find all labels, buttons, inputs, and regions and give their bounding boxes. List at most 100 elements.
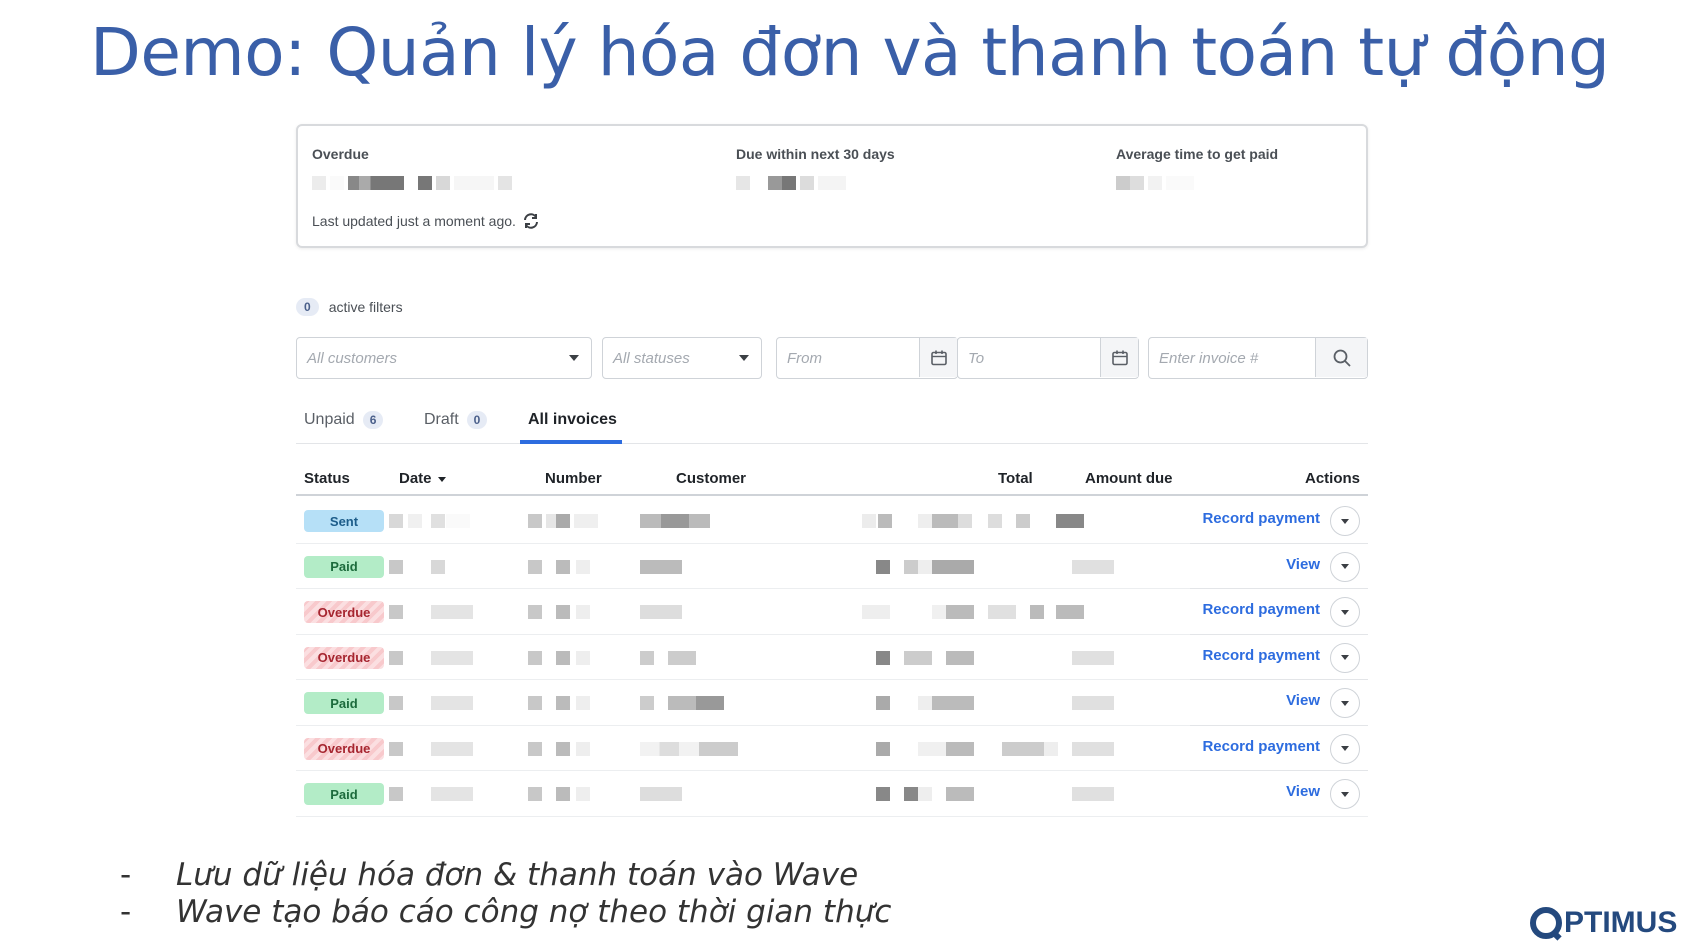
redacted-value	[576, 787, 590, 801]
redacted-value	[576, 605, 590, 619]
invoice-number-search[interactable]: Enter invoice #	[1148, 337, 1368, 379]
redacted-value	[389, 696, 403, 710]
redacted-value	[1002, 741, 1044, 756]
table-row[interactable]: Paid View	[296, 770, 1368, 817]
chevron-down-icon	[1341, 655, 1349, 660]
chevron-down-icon	[1341, 564, 1349, 569]
redacted-value	[556, 605, 570, 619]
status-select-placeholder: All statuses	[613, 349, 690, 367]
col-amount-due[interactable]: Amount due	[1085, 470, 1173, 487]
redacted-value	[431, 605, 473, 619]
chevron-down-icon	[739, 355, 749, 361]
last-updated: Last updated just a moment ago.	[312, 212, 540, 230]
record-payment-link[interactable]: Record payment	[1202, 738, 1320, 755]
record-payment-link[interactable]: Record payment	[1202, 601, 1320, 618]
actions-divider	[1190, 588, 1368, 589]
table-row[interactable]: Sent Record payment	[296, 498, 1368, 544]
redacted-value	[932, 696, 974, 710]
redacted-value	[431, 741, 473, 756]
invoice-table-body: Sent Record payment Paid View Overdue Record …	[296, 498, 1368, 817]
redacted-value	[389, 650, 403, 665]
customer-select[interactable]: All customers	[296, 337, 592, 379]
redacted-value	[1030, 605, 1044, 619]
active-tab-indicator	[520, 440, 622, 444]
redacted-value	[904, 787, 918, 801]
row-actions-dropdown[interactable]	[1330, 642, 1360, 673]
search-icon[interactable]	[1315, 338, 1367, 377]
calendar-icon[interactable]	[919, 338, 957, 377]
note-item: - Lưu dữ liệu hóa đơn & thanh toán vào W…	[120, 856, 891, 893]
redacted-value	[1072, 696, 1114, 710]
avg-time-summary: Average time to get paid	[1116, 146, 1278, 190]
col-customer[interactable]: Customer	[676, 470, 746, 487]
redacted-value	[408, 514, 422, 528]
avg-time-label: Average time to get paid	[1116, 146, 1279, 162]
redacted-value	[958, 514, 972, 528]
avg-time-value-redacted	[1116, 176, 1278, 190]
redacted-value	[640, 741, 738, 756]
tab-unpaid[interactable]: Unpaid 6	[304, 406, 384, 434]
calendar-icon[interactable]	[1100, 338, 1138, 377]
col-number[interactable]: Number	[545, 470, 602, 487]
active-filters-count: 0	[296, 298, 319, 316]
row-actions-dropdown[interactable]	[1330, 551, 1360, 582]
redacted-value	[862, 605, 890, 619]
redacted-value	[576, 696, 590, 710]
redacted-value	[946, 741, 974, 756]
redacted-value	[918, 741, 946, 756]
row-actions-dropdown[interactable]	[1330, 597, 1360, 627]
view-invoice-link[interactable]: View	[1286, 556, 1320, 573]
table-header: Status Date Number Customer Total Amount…	[296, 464, 1368, 496]
table-row[interactable]: Overdue Record payment	[296, 588, 1368, 635]
tab-draft-count: 0	[466, 411, 488, 429]
redacted-value	[878, 514, 892, 528]
tab-draft-label: Draft	[424, 411, 459, 428]
col-total[interactable]: Total	[998, 470, 1033, 487]
status-badge: Overdue	[304, 646, 384, 669]
redacted-value	[576, 559, 590, 574]
col-status[interactable]: Status	[304, 470, 350, 487]
due-soon-label: Due within next 30 days	[736, 146, 895, 162]
redacted-value	[431, 696, 473, 710]
row-actions-dropdown[interactable]	[1330, 688, 1360, 718]
view-invoice-link[interactable]: View	[1286, 783, 1320, 800]
to-date-placeholder: To	[968, 349, 985, 367]
status-badge: Paid	[304, 783, 384, 805]
redacted-value	[528, 514, 542, 528]
redacted-value	[1016, 514, 1030, 528]
tab-draft[interactable]: Draft 0	[424, 406, 488, 434]
to-date-input[interactable]: To	[957, 337, 1139, 379]
view-invoice-link[interactable]: View	[1286, 692, 1320, 709]
from-date-input[interactable]: From	[776, 337, 958, 379]
col-date[interactable]: Date	[399, 470, 446, 487]
record-payment-link[interactable]: Record payment	[1202, 647, 1320, 664]
status-badge: Overdue	[304, 601, 384, 623]
table-row[interactable]: Overdue Record payment	[296, 633, 1368, 680]
logo-text: PTIMUS	[1564, 906, 1678, 939]
row-actions-dropdown[interactable]	[1330, 506, 1360, 536]
redacted-value	[876, 650, 890, 665]
status-select[interactable]: All statuses	[602, 337, 762, 379]
invoice-summary-card: Overdue Due within next 30 days Average …	[296, 124, 1368, 248]
actions-divider	[1190, 679, 1368, 680]
tab-all-invoices[interactable]: All invoices	[528, 406, 617, 434]
last-updated-text: Last updated just a moment ago.	[312, 213, 516, 229]
row-actions-dropdown[interactable]	[1330, 779, 1360, 809]
redacted-value	[932, 559, 974, 574]
due-soon-summary: Due within next 30 days	[736, 146, 895, 190]
logo-mark-icon	[1530, 907, 1562, 939]
redacted-value	[918, 514, 932, 528]
redacted-value	[1044, 741, 1058, 756]
redacted-value	[556, 559, 570, 574]
table-row[interactable]: Paid View	[296, 542, 1368, 589]
table-row[interactable]: Paid View	[296, 679, 1368, 726]
redacted-value	[668, 650, 696, 665]
redacted-value	[640, 559, 682, 574]
redacted-value	[1072, 559, 1114, 574]
redacted-value	[431, 514, 445, 528]
table-row[interactable]: Overdue Record payment	[296, 724, 1368, 771]
record-payment-link[interactable]: Record payment	[1202, 510, 1320, 527]
redacted-value	[528, 787, 542, 801]
refresh-icon[interactable]	[522, 212, 540, 230]
row-actions-dropdown[interactable]	[1330, 733, 1360, 764]
